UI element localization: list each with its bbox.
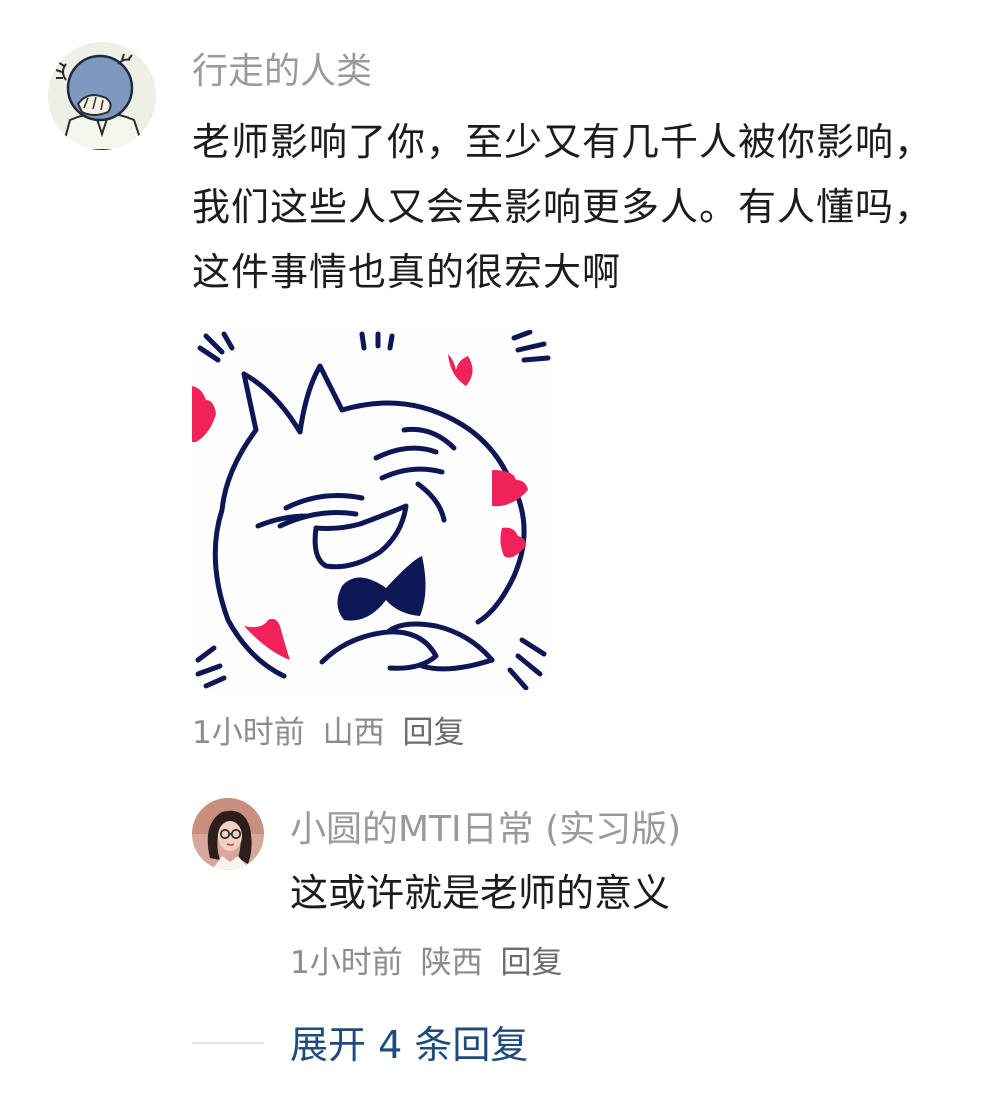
expand-divider [192, 1042, 264, 1044]
commenter-avatar-illustration [48, 42, 156, 150]
expand-replies-button[interactable]: 展开 4 条回复 [290, 1020, 528, 1070]
comment-thread: 行走的人类 老师影响了你，至少又有几千人被你影响，我们这些人又会去影响更多人。有… [0, 0, 1006, 1115]
reply-location: 陕西 [420, 945, 483, 981]
commenter-avatar[interactable] [48, 42, 156, 150]
reply-username[interactable]: 小圆的MTI日常 (实习版) [290, 807, 681, 853]
comment-text: 老师影响了你，至少又有几千人被你影响，我们这些人又会去影响更多人。有人懂吗，这件… [192, 120, 934, 294]
comment-sticker-image[interactable] [192, 330, 552, 690]
comment-location: 山西 [322, 715, 385, 751]
reply-reply-button[interactable]: 回复 [500, 943, 562, 983]
reply-time: 1小时前 [290, 945, 403, 981]
commenter-username[interactable]: 行走的人类 [192, 48, 372, 96]
comment-reply-button[interactable]: 回复 [402, 713, 464, 753]
comment-meta: 1小时前 山西 回复 [192, 713, 472, 753]
reply-avatar-photo [192, 798, 264, 870]
comment-time: 1小时前 [192, 715, 305, 751]
reply-meta: 1小时前 陕西 回复 [290, 943, 570, 983]
crying-cat-sticker [192, 330, 552, 690]
reply-avatar[interactable] [192, 798, 264, 870]
reply-text: 这或许就是老师的意义 [290, 871, 671, 915]
